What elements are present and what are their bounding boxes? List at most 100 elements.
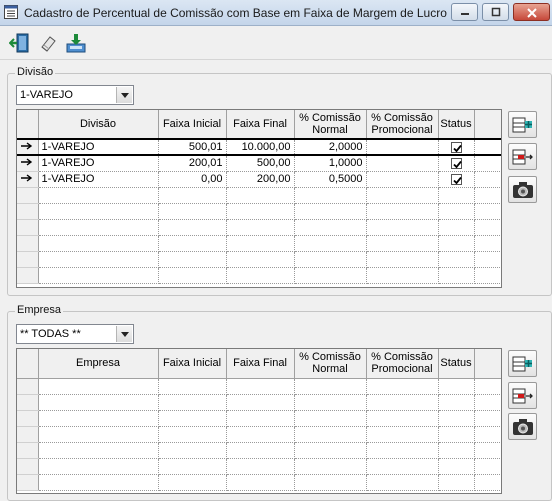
edit-button[interactable] xyxy=(34,29,61,56)
status-checkbox[interactable] xyxy=(450,173,462,185)
table-row[interactable] xyxy=(17,235,501,252)
row-indicator[interactable] xyxy=(17,442,39,459)
col-header-faixa-final[interactable]: Faixa Final xyxy=(226,349,295,379)
cell-comissao-promocional[interactable] xyxy=(366,378,439,395)
divisao-add-row-button[interactable] xyxy=(508,111,537,138)
cell-comissao-normal[interactable] xyxy=(294,267,367,284)
cell-faixa-inicial[interactable]: 500,01 xyxy=(158,138,227,156)
status-checkbox[interactable] xyxy=(450,141,462,153)
cell-comissao-normal[interactable] xyxy=(294,474,367,491)
divisao-remove-row-button[interactable] xyxy=(508,143,537,170)
cell-divisao[interactable]: 1-VAREJO xyxy=(38,171,159,188)
cell-comissao-promocional[interactable] xyxy=(366,138,439,156)
divisao-select[interactable]: 1-VAREJO xyxy=(16,85,134,105)
col-header-faixa-inicial[interactable]: Faixa Inicial xyxy=(158,110,227,140)
cell-faixa-inicial[interactable]: 0,00 xyxy=(158,171,227,188)
cell-comissao-promocional[interactable] xyxy=(366,410,439,427)
row-indicator[interactable] xyxy=(17,474,39,491)
table-row[interactable] xyxy=(17,251,501,268)
cell-comissao-promocional[interactable] xyxy=(366,235,439,252)
cell-status[interactable] xyxy=(438,155,475,172)
cell-faixa-final[interactable] xyxy=(226,442,295,459)
cell-divisao[interactable]: 1-VAREJO xyxy=(38,138,159,156)
cell-comissao-promocional[interactable] xyxy=(366,474,439,491)
cell-divisao[interactable] xyxy=(38,187,159,204)
cell-faixa-final[interactable] xyxy=(226,187,295,204)
table-row[interactable]: 1-VAREJO 0,00 200,00 0,5000 xyxy=(17,171,501,188)
empresa-remove-row-button[interactable] xyxy=(508,382,537,409)
col-header-comissao-normal[interactable]: % Comissão Normal xyxy=(294,349,367,379)
cell-comissao-promocional[interactable] xyxy=(366,267,439,284)
cell-empresa[interactable] xyxy=(38,458,159,475)
cell-faixa-inicial[interactable] xyxy=(158,458,227,475)
cell-status[interactable] xyxy=(438,410,475,427)
cell-status[interactable] xyxy=(438,442,475,459)
cell-faixa-final[interactable]: 500,00 xyxy=(226,155,295,172)
cell-comissao-promocional[interactable] xyxy=(366,426,439,443)
table-row[interactable] xyxy=(17,394,501,411)
cell-comissao-promocional[interactable] xyxy=(366,171,439,188)
cell-faixa-final[interactable] xyxy=(226,203,295,220)
row-indicator[interactable] xyxy=(17,267,39,284)
row-indicator[interactable] xyxy=(17,235,39,252)
cell-faixa-inicial[interactable] xyxy=(158,235,227,252)
exit-button[interactable] xyxy=(6,29,33,56)
cell-status[interactable] xyxy=(438,458,475,475)
row-indicator[interactable] xyxy=(17,219,39,236)
col-header-status[interactable]: Status xyxy=(438,349,475,379)
cell-faixa-inicial[interactable] xyxy=(158,187,227,204)
cell-empresa[interactable] xyxy=(38,442,159,459)
cell-comissao-promocional[interactable] xyxy=(366,442,439,459)
cell-faixa-inicial[interactable] xyxy=(158,267,227,284)
save-button[interactable] xyxy=(62,29,89,56)
cell-divisao[interactable] xyxy=(38,267,159,284)
table-row[interactable] xyxy=(17,203,501,220)
empresa-select[interactable]: ** TODAS ** xyxy=(16,324,134,344)
chevron-down-icon[interactable] xyxy=(116,326,132,342)
cell-comissao-normal[interactable] xyxy=(294,235,367,252)
cell-comissao-promocional[interactable] xyxy=(366,155,439,172)
col-header-comissao-promocional[interactable]: % Comissão Promocional xyxy=(366,110,439,140)
cell-faixa-final[interactable] xyxy=(226,378,295,395)
cell-empresa[interactable] xyxy=(38,474,159,491)
cell-faixa-inicial[interactable] xyxy=(158,203,227,220)
row-indicator[interactable] xyxy=(17,458,39,475)
table-row[interactable] xyxy=(17,410,501,427)
cell-comissao-normal[interactable] xyxy=(294,219,367,236)
cell-divisao[interactable] xyxy=(38,251,159,268)
close-button[interactable] xyxy=(513,3,550,21)
cell-empresa[interactable] xyxy=(38,378,159,395)
minimize-button[interactable] xyxy=(451,3,478,21)
row-indicator[interactable] xyxy=(17,394,39,411)
table-row[interactable] xyxy=(17,219,501,236)
empresa-camera-button[interactable] xyxy=(508,413,537,440)
cell-comissao-normal[interactable] xyxy=(294,394,367,411)
status-checkbox[interactable] xyxy=(450,157,462,169)
cell-faixa-final[interactable] xyxy=(226,235,295,252)
cell-empresa[interactable] xyxy=(38,410,159,427)
cell-divisao[interactable] xyxy=(38,203,159,220)
cell-comissao-promocional[interactable] xyxy=(366,458,439,475)
row-indicator[interactable] xyxy=(17,251,39,268)
row-indicator[interactable] xyxy=(17,426,39,443)
cell-faixa-inicial[interactable] xyxy=(158,219,227,236)
cell-faixa-inicial[interactable] xyxy=(158,442,227,459)
cell-comissao-normal[interactable]: 0,5000 xyxy=(294,171,367,188)
row-indicator[interactable] xyxy=(17,138,39,156)
cell-faixa-inicial[interactable] xyxy=(158,426,227,443)
table-row[interactable]: 1-VAREJO 200,01 500,00 1,0000 xyxy=(17,155,501,172)
col-header-divisao[interactable]: Divisão xyxy=(38,110,159,140)
cell-status[interactable] xyxy=(438,394,475,411)
col-header-status[interactable]: Status xyxy=(438,110,475,140)
table-row[interactable] xyxy=(17,442,501,459)
cell-faixa-final[interactable] xyxy=(226,426,295,443)
cell-comissao-promocional[interactable] xyxy=(366,251,439,268)
table-row[interactable] xyxy=(17,187,501,204)
cell-faixa-inicial[interactable] xyxy=(158,378,227,395)
col-header-empresa[interactable]: Empresa xyxy=(38,349,159,379)
row-indicator[interactable] xyxy=(17,171,39,188)
divisao-grid[interactable]: Divisão Faixa Inicial Faixa Final % Comi… xyxy=(16,109,502,288)
cell-status[interactable] xyxy=(438,474,475,491)
cell-status[interactable] xyxy=(438,187,475,204)
cell-divisao[interactable]: 1-VAREJO xyxy=(38,155,159,172)
